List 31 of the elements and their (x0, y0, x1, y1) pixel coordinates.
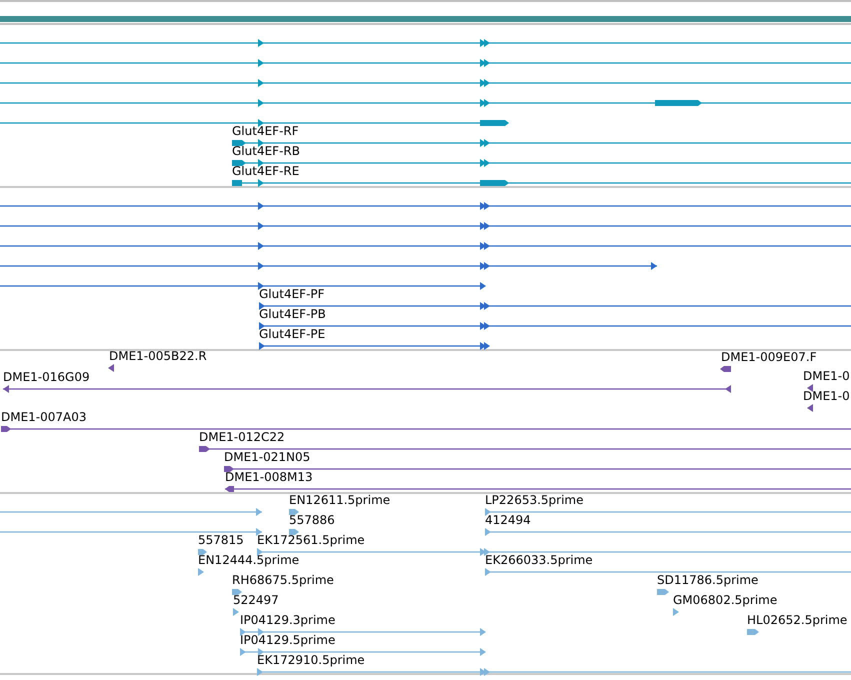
feature-label: IP04129.3prime (240, 613, 336, 627)
feature-label: DME1-009E07.F (721, 350, 817, 364)
feature-label: DME1-0 (803, 369, 850, 383)
feature-label: Glut4EF-RB (232, 144, 300, 158)
feature-label: DME1-0 (803, 389, 850, 403)
feature-label: EK266033.5prime (485, 553, 593, 567)
feature-label: 557886 (289, 513, 335, 527)
feature-label: EK172561.5prime (257, 533, 365, 547)
feature-label: DME1-005B22.R (109, 349, 207, 363)
feature-label: Glut4EF-RE (232, 164, 300, 178)
feature-label: RH68675.5prime (232, 573, 334, 587)
feature-label: DME1-016G09 (3, 370, 90, 384)
feature-label: SD11786.5prime (657, 573, 758, 587)
feature-label: DME1-021N05 (224, 450, 310, 464)
feature-label: 557815 (198, 533, 244, 547)
feature-label: EN12444.5prime (198, 553, 300, 567)
feature-label: 412494 (485, 513, 531, 527)
feature-label: DME1-012C22 (199, 430, 285, 444)
feature-label: HL02652.5prime (747, 613, 848, 627)
feature-label: 522497 (233, 593, 279, 607)
feature-label: GM06802.5prime (673, 593, 778, 607)
feature-label: LP22653.5prime (485, 493, 584, 507)
feature-label: EN12611.5prime (289, 493, 390, 507)
feature-label: DME1-007A03 (1, 410, 87, 424)
feature-label: Glut4EF-PE (259, 327, 326, 341)
feature-label: DME1-008M13 (225, 470, 313, 484)
feature-label: Glut4EF-PB (259, 307, 326, 321)
feature-label: EK172910.5prime (257, 653, 365, 667)
feature-label: Glut4EF-PF (259, 287, 325, 301)
feature-label: Glut4EF-RF (232, 124, 299, 138)
feature-label: IP04129.5prime (240, 633, 336, 647)
